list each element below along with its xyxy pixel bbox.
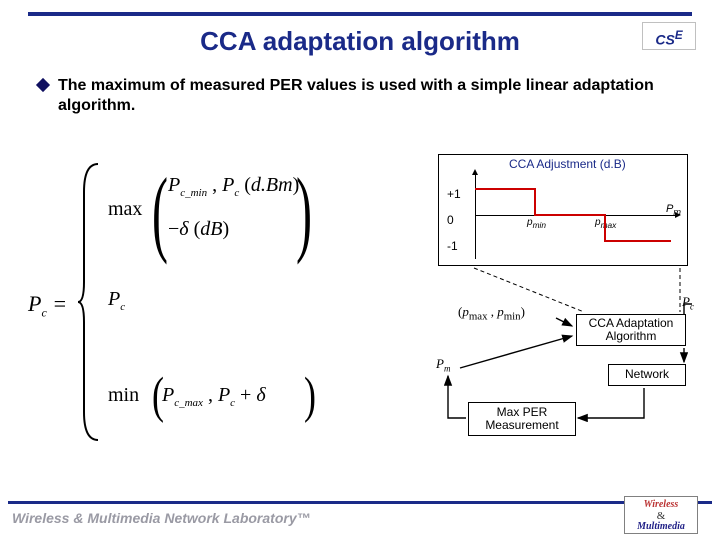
footer-logo-line1: Wireless: [644, 499, 679, 510]
footer-logo: Wireless & Multimedia: [624, 496, 698, 534]
footer-text: Wireless & Multimedia Network Laboratory…: [12, 510, 311, 526]
equation-block: Pc = max ( Pc_min , Pc (d.Bm) −δ (dB) ) …: [26, 156, 336, 456]
diagram-block: CCA Adjustment (d.B) +1 0 -1 Pm pmin pma…: [364, 154, 694, 444]
eq-min-rparen: ): [304, 366, 316, 425]
eq-max-rparen: ): [296, 158, 312, 268]
eq-max-arg2: −δ (dB): [168, 218, 229, 241]
header-rule: [28, 12, 692, 16]
footer-logo-amp: &: [657, 510, 666, 522]
bullet-row: The maximum of measured PER values is us…: [38, 76, 690, 116]
slide-title: CCA adaptation algorithm: [0, 26, 720, 57]
eq-lhs: Pc =: [28, 291, 67, 320]
eq-min-fn: min: [108, 384, 139, 407]
footer-logo-line2: Multimedia: [637, 521, 685, 532]
eq-case-max: max ( Pc_min , Pc (d.Bm) −δ (dB) ): [108, 164, 318, 252]
eq-case-mid: Pc: [108, 288, 125, 313]
bullet-diamond-icon: [36, 78, 50, 92]
eq-max-fn: max: [108, 198, 142, 221]
content-area: Pc = max ( Pc_min , Pc (d.Bm) −δ (dB) ) …: [26, 150, 694, 460]
footer-rule: [8, 501, 712, 504]
bullet-text: The maximum of measured PER values is us…: [58, 76, 690, 116]
eq-max-lparen: (: [152, 158, 168, 268]
eq-lhs-sym: P: [28, 291, 41, 316]
eq-max-arg1: Pc_min , Pc (d.Bm): [168, 174, 299, 199]
eq-brace: [78, 162, 104, 442]
eq-min-args: Pc_max , Pc + δ: [162, 384, 266, 409]
eq-case-min: min ( Pc_max , Pc + δ ): [108, 364, 318, 424]
diagram-arrows: [364, 154, 694, 444]
eq-sign: =: [47, 291, 67, 316]
